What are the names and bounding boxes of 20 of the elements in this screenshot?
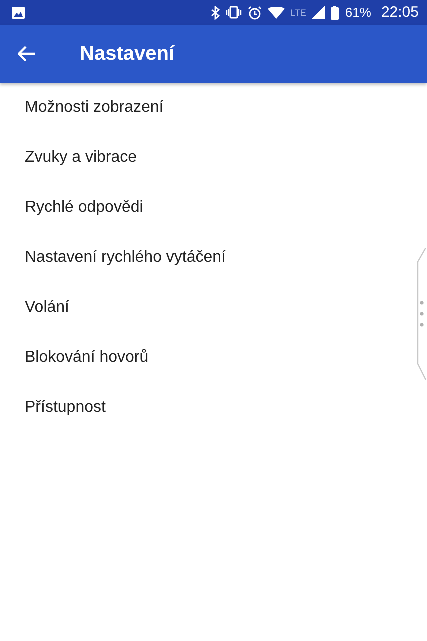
- settings-item[interactable]: Možnosti zobrazení: [0, 83, 427, 133]
- network-type-label: LTE: [290, 8, 306, 18]
- clock-time: 22:05: [381, 4, 419, 21]
- settings-item[interactable]: Volání: [0, 283, 427, 333]
- settings-item[interactable]: Blokování hovorů: [0, 333, 427, 383]
- bluetooth-icon: [210, 6, 220, 20]
- battery-icon: [331, 6, 340, 20]
- back-arrow-icon: [18, 46, 36, 62]
- image-icon: [12, 6, 25, 18]
- battery-percentage: 61%: [345, 5, 372, 20]
- vibrate-icon: [226, 6, 242, 19]
- settings-item[interactable]: Přístupnost: [0, 383, 427, 433]
- wifi-icon: [268, 6, 285, 18]
- settings-item[interactable]: Nastavení rychlého vytáčení: [0, 233, 427, 283]
- screen-title: Nastavení: [80, 42, 174, 66]
- alarm-icon: [248, 6, 262, 20]
- settings-item[interactable]: Rychlé odpovědi: [0, 183, 427, 233]
- side-panel-handle-icon[interactable]: [415, 248, 427, 380]
- signal-icon: [312, 6, 326, 19]
- settings-item[interactable]: Zvuky a vibrace: [0, 133, 427, 183]
